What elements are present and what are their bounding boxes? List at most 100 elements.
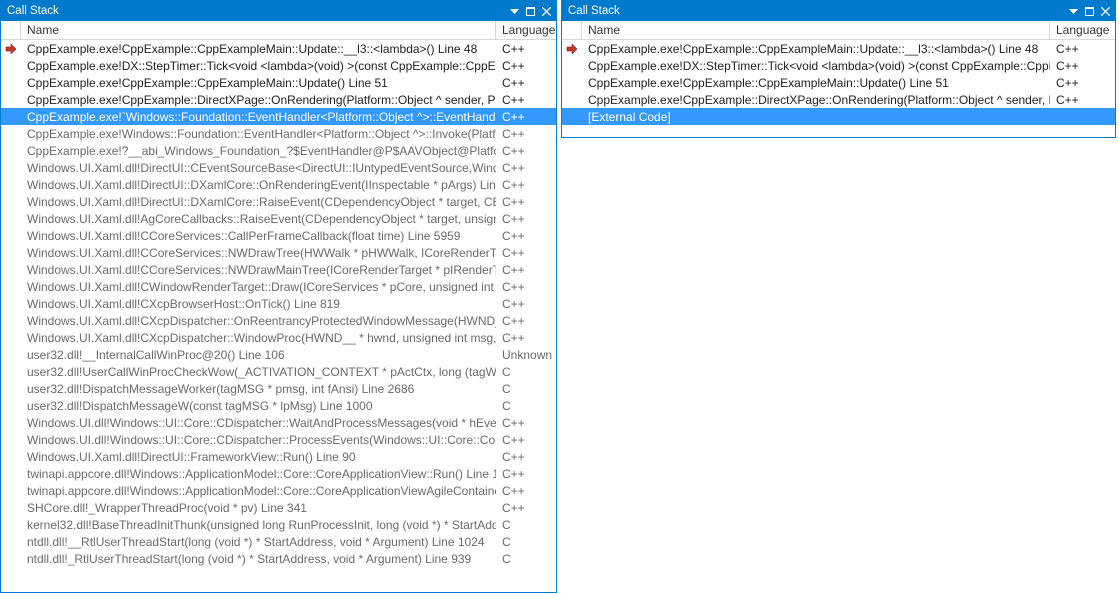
stackframe-language: C++: [496, 263, 556, 277]
stackframe-row[interactable]: Windows.UI.Xaml.dll!DirectUI::CEventSour…: [1, 159, 556, 176]
stackframe-row[interactable]: Windows.UI.Xaml.dll!CWindowRenderTarget:…: [1, 278, 556, 295]
stackframe-icon: [1, 193, 21, 210]
stackframe-icon: [1, 499, 21, 516]
stackframe-language: C++: [496, 484, 556, 498]
stackframe-row[interactable]: Windows.UI.Xaml.dll!CXcpDispatcher::OnRe…: [1, 312, 556, 329]
column-header-name[interactable]: Name: [21, 21, 496, 39]
stackframe-icon: [1, 125, 21, 142]
stackframe-name: twinapi.appcore.dll!Windows::Application…: [21, 484, 496, 498]
stackframe-row[interactable]: SHCore.dll!_WrapperThreadProc(void * pv)…: [1, 499, 556, 516]
stackframe-row[interactable]: CppExample.exe!CppExample::CppExampleMai…: [562, 74, 1115, 91]
stackframe-row[interactable]: CppExample.exe!CppExample::DirectXPage::…: [562, 91, 1115, 108]
stackframe-row[interactable]: ntdll.dll!__RtlUserThreadStart(long (voi…: [1, 533, 556, 550]
stackframe-language: C: [496, 552, 556, 566]
stackframe-row[interactable]: Windows.UI.Xaml.dll!CCoreServices::CallP…: [1, 227, 556, 244]
column-header-icon[interactable]: [562, 21, 582, 39]
stackframe-row[interactable]: twinapi.appcore.dll!Windows::Application…: [1, 465, 556, 482]
stackframe-row[interactable]: twinapi.appcore.dll!Windows::Application…: [1, 482, 556, 499]
stackframe-language: C: [496, 399, 556, 413]
column-header-row: Name Language: [1, 21, 556, 40]
dropdown-icon[interactable]: [507, 4, 522, 19]
stackframe-row[interactable]: Windows.UI.Xaml.dll!CCoreServices::NWDra…: [1, 261, 556, 278]
stackframe-row[interactable]: Windows.UI.dll!Windows::UI::Core::CDispa…: [1, 414, 556, 431]
stackframe-icon: [1, 142, 21, 159]
stackframe-icon: [1, 159, 21, 176]
stackframe-row[interactable]: CppExample.exe!CppExample::CppExampleMai…: [1, 74, 556, 91]
stackframe-icon: [1, 108, 21, 125]
stackframe-name: Windows.UI.Xaml.dll!DirectUI::DXamlCore:…: [21, 178, 496, 192]
stackframe-row[interactable]: [External Code]: [562, 108, 1115, 125]
maximize-icon[interactable]: [1082, 4, 1097, 19]
stackframe-name: user32.dll!DispatchMessageW(const tagMSG…: [21, 399, 496, 413]
stackframe-row[interactable]: user32.dll!DispatchMessageW(const tagMSG…: [1, 397, 556, 414]
stackframe-row[interactable]: Windows.UI.Xaml.dll!CXcpDispatcher::Wind…: [1, 329, 556, 346]
stackframe-language: C++: [496, 144, 556, 158]
stackframe-icon: [1, 482, 21, 499]
stackframe-name: Windows.UI.dll!Windows::UI::Core::CDispa…: [21, 416, 496, 430]
stackframe-row[interactable]: CppExample.exe!DX::StepTimer::Tick<void …: [1, 57, 556, 74]
stackframe-name: twinapi.appcore.dll!Windows::Application…: [21, 467, 496, 481]
stackframe-icon: [1, 346, 21, 363]
stackframe-icon: [1, 363, 21, 380]
call-stack-rows: CppExample.exe!CppExample::CppExampleMai…: [1, 40, 556, 592]
stackframe-language: C++: [496, 59, 556, 73]
stackframe-row[interactable]: CppExample.exe!DX::StepTimer::Tick<void …: [562, 57, 1115, 74]
stackframe-row[interactable]: kernel32.dll!BaseThreadInitThunk(unsigne…: [1, 516, 556, 533]
stackframe-row[interactable]: user32.dll!UserCallWinProcCheckWow(_ACTI…: [1, 363, 556, 380]
stackframe-name: Windows.UI.Xaml.dll!CXcpBrowserHost::OnT…: [21, 297, 496, 311]
stackframe-row[interactable]: user32.dll!__InternalCallWinProc@20() Li…: [1, 346, 556, 363]
titlebar-title: Call Stack: [7, 5, 59, 17]
stackframe-row[interactable]: CppExample.exe!CppExample::DirectXPage::…: [1, 91, 556, 108]
stackframe-row[interactable]: Windows.UI.Xaml.dll!DirectUI::DXamlCore:…: [1, 193, 556, 210]
stackframe-name: CppExample.exe!CppExample::CppExampleMai…: [582, 76, 1050, 90]
stackframe-name: CppExample.exe!DX::StepTimer::Tick<void …: [21, 59, 496, 73]
column-header-language[interactable]: Language: [1050, 21, 1115, 39]
stackframe-name: CppExample.exe!`Windows::Foundation::Eve…: [21, 110, 496, 124]
stackframe-icon: [562, 57, 582, 74]
stackframe-language: C++: [496, 161, 556, 175]
stackframe-language: C: [496, 535, 556, 549]
column-header-name[interactable]: Name: [582, 21, 1050, 39]
dropdown-icon[interactable]: [1066, 4, 1081, 19]
stackframe-icon: [1, 465, 21, 482]
stackframe-row[interactable]: CppExample.exe!`Windows::Foundation::Eve…: [1, 108, 556, 125]
titlebar[interactable]: Call Stack: [1, 1, 556, 21]
stackframe-row[interactable]: Windows.UI.Xaml.dll!AgCoreCallbacks::Rai…: [1, 210, 556, 227]
stackframe-icon: [562, 108, 582, 125]
close-icon[interactable]: [539, 4, 554, 19]
stackframe-language: C++: [496, 127, 556, 141]
stackframe-name: Windows.UI.Xaml.dll!CCoreServices::CallP…: [21, 229, 496, 243]
stackframe-row[interactable]: CppExample.exe!CppExample::CppExampleMai…: [1, 40, 556, 57]
stackframe-icon: [1, 312, 21, 329]
stackframe-icon: [1, 40, 21, 57]
stackframe-row[interactable]: Windows.UI.dll!Windows::UI::Core::CDispa…: [1, 431, 556, 448]
titlebar[interactable]: Call Stack: [562, 1, 1115, 21]
stackframe-language: C: [496, 365, 556, 379]
column-header-icon[interactable]: [1, 21, 21, 39]
stackframe-row[interactable]: CppExample.exe!CppExample::CppExampleMai…: [562, 40, 1115, 57]
stackframe-row[interactable]: CppExample.exe!Windows::Foundation::Even…: [1, 125, 556, 142]
stackframe-row[interactable]: Windows.UI.Xaml.dll!CXcpBrowserHost::OnT…: [1, 295, 556, 312]
stackframe-icon: [1, 210, 21, 227]
column-header-language[interactable]: Language: [496, 21, 556, 39]
maximize-icon[interactable]: [523, 4, 538, 19]
stackframe-language: C++: [496, 416, 556, 430]
stackframe-row[interactable]: Windows.UI.Xaml.dll!DirectUI::DXamlCore:…: [1, 176, 556, 193]
stackframe-icon: [1, 57, 21, 74]
stackframe-row[interactable]: Windows.UI.Xaml.dll!DirectUI::FrameworkV…: [1, 448, 556, 465]
stackframe-name: CppExample.exe!CppExample::CppExampleMai…: [582, 42, 1050, 56]
stackframe-row[interactable]: CppExample.exe!?__abi_Windows_Foundation…: [1, 142, 556, 159]
stackframe-icon: [1, 176, 21, 193]
stackframe-name: SHCore.dll!_WrapperThreadProc(void * pv)…: [21, 501, 496, 515]
stackframe-icon: [1, 261, 21, 278]
stackframe-icon: [562, 91, 582, 108]
titlebar-title: Call Stack: [568, 5, 620, 17]
stackframe-row[interactable]: ntdll.dll!_RtlUserThreadStart(long (void…: [1, 550, 556, 567]
stackframe-name: Windows.UI.Xaml.dll!CXcpDispatcher::OnRe…: [21, 314, 496, 328]
stackframe-language: C++: [496, 93, 556, 107]
stackframe-name: CppExample.exe!?__abi_Windows_Foundation…: [21, 144, 496, 158]
stackframe-language: C: [496, 382, 556, 396]
close-icon[interactable]: [1098, 4, 1113, 19]
stackframe-row[interactable]: user32.dll!DispatchMessageWorker(tagMSG …: [1, 380, 556, 397]
stackframe-row[interactable]: Windows.UI.Xaml.dll!CCoreServices::NWDra…: [1, 244, 556, 261]
